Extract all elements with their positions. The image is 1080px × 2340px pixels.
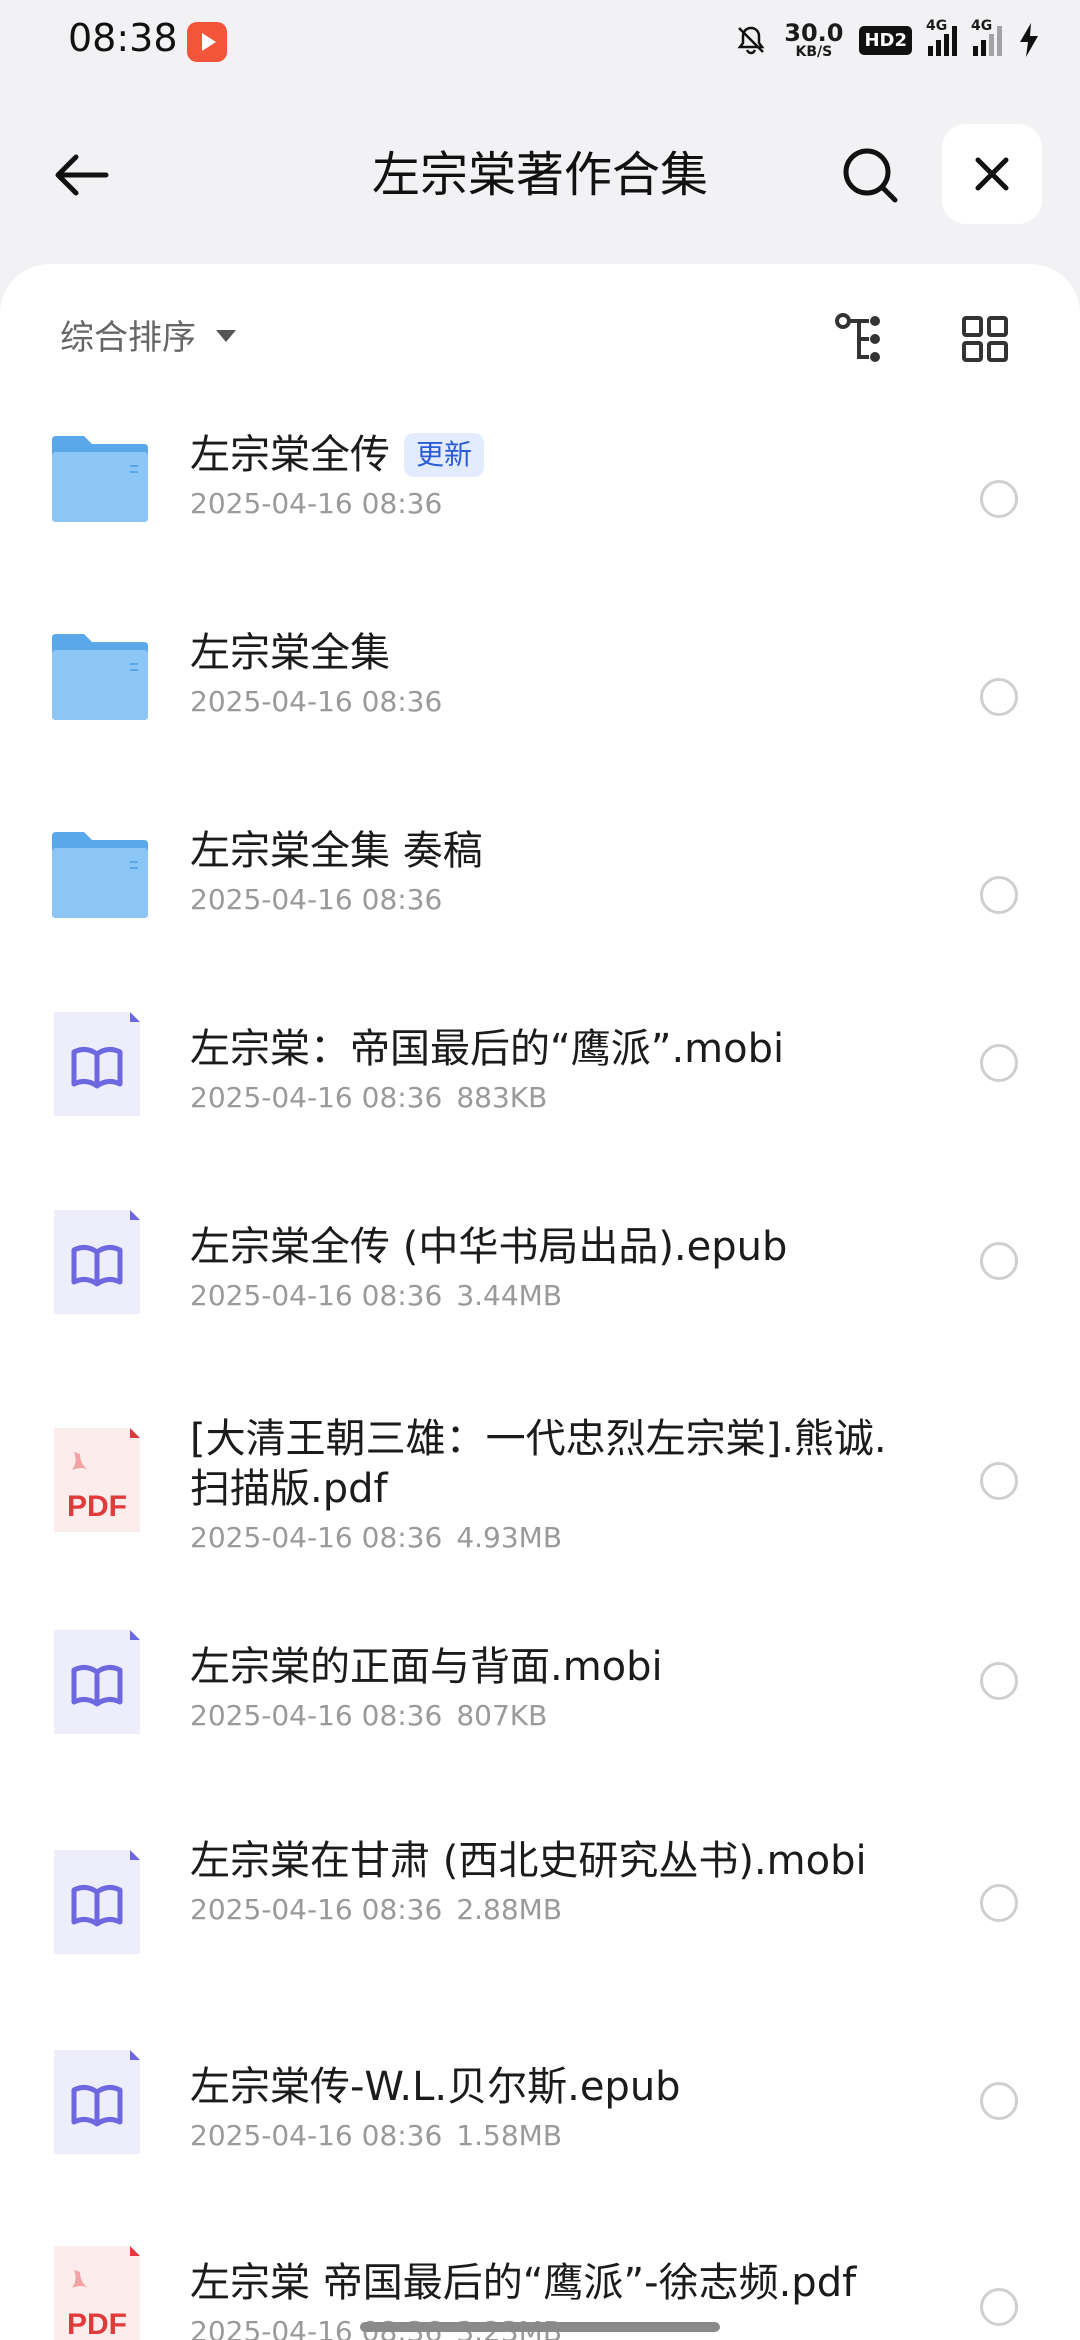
video-app-notification-icon [187,22,227,62]
select-radio[interactable] [980,2082,1018,2120]
file-date: 2025-04-16 08:36 [190,1699,443,1732]
list-item[interactable]: 左宗棠全传 (中华书局出品).epub 2025-04-16 08:36 3.44… [0,1206,1080,1376]
file-size: 883KB [456,1081,548,1114]
file-name: 左宗棠在甘肃 (西北史研究丛书).mobi [190,1838,867,1884]
ebook-icon [54,2050,140,2154]
caret-down-icon [216,330,236,342]
select-radio[interactable] [980,678,1018,716]
file-name: 左宗棠传-W.L.贝尔斯.epub [190,2064,681,2110]
network-speed: 30.0 KB/S [784,21,843,59]
file-date: 2025-04-16 08:36 [190,1279,443,1312]
network-speed-value: 30.0 [784,19,844,47]
sort-dropdown[interactable]: 综合排序 [60,304,236,364]
select-radio[interactable] [980,1462,1018,1500]
pdf-icon-label: PDF [67,1490,127,1523]
sort-label: 综合排序 [60,317,196,358]
select-radio[interactable] [980,1662,1018,1700]
list-item[interactable]: PDF [大清王朝三雄：一代忠烈左宗棠].熊诚.扫描版.pdf 2025-04-… [0,1404,1080,1604]
list-item[interactable]: 左宗棠全集 2025-04-16 08:36 [0,612,1080,782]
hd-voice-icon: HD2 [859,25,912,55]
file-name: 左宗棠全传 (中华书局出品).epub [190,1224,788,1270]
status-time: 08:38 [68,16,178,60]
file-size: 3.44MB [456,1279,563,1312]
signal-label-2: 4G [971,18,993,34]
folder-icon [52,634,148,720]
select-radio[interactable] [980,2288,1018,2326]
list-item[interactable]: 左宗棠全集 奏稿 2025-04-16 08:36 [0,810,1080,980]
list-item[interactable]: 左宗棠在甘肃 (西北史研究丛书).mobi 2025-04-16 08:36 2.… [0,1826,1080,2026]
page-title: 左宗棠著作合集 [371,147,708,203]
ebook-icon [54,1850,140,1954]
pdf-icon-label: PDF [67,2308,127,2340]
grid-icon [962,316,1008,362]
file-size: 1.58MB [456,2119,563,2152]
pdf-icon: PDF [54,1428,140,1532]
file-size: 4.93MB [456,1521,563,1554]
file-date: 2025-04-16 08:36 [190,685,443,718]
charging-icon [1020,23,1038,57]
file-date: 2025-04-16 08:36 [190,1521,443,1554]
file-date: 2025-04-16 08:36 [190,883,443,916]
pdf-icon: PDF [54,2246,140,2340]
tree-view-button[interactable] [830,304,900,374]
select-radio[interactable] [980,480,1018,518]
file-name: 左宗棠全集 [190,630,390,676]
mute-bell-icon [737,26,765,55]
select-radio[interactable] [980,876,1018,914]
file-name: 左宗棠：帝国最后的“鹰派”.mobi [190,1026,785,1072]
update-badge: 更新 [404,433,485,477]
file-size: 2.88MB [456,1893,563,1926]
close-icon [975,157,1009,191]
folder-icon [52,832,148,918]
select-radio[interactable] [980,1884,1018,1922]
list-item[interactable]: 左宗棠传-W.L.贝尔斯.epub 2025-04-16 08:36 1.58MB [0,2046,1080,2216]
file-date: 2025-04-16 08:36 [190,1081,443,1114]
close-button[interactable] [942,124,1042,224]
tree-structure-icon [835,313,880,362]
ebook-icon [54,1630,140,1734]
search-icon [843,148,898,203]
file-date: 2025-04-16 08:36 [190,1893,443,1926]
status-indicators: 30.0 KB/S HD2 4G 4G [734,14,1040,66]
file-size: 807KB [456,1699,548,1732]
file-name: 左宗棠的正面与背面.mobi [190,1644,663,1690]
signal-label: 4G [926,18,948,34]
file-name: [大清王朝三雄：一代忠烈左宗棠].熊诚.扫描版.pdf [190,1416,887,1512]
network-speed-unit: KB/S [795,44,833,60]
list-item[interactable]: 左宗棠全传 更新 2025-04-16 08:36 [0,414,1080,584]
file-name: 左宗棠全传 [190,432,390,478]
signal-strength-icon: 4G [926,18,957,56]
file-name: 左宗棠全集 奏稿 [190,828,483,874]
file-date: 2025-04-16 08:36 [190,487,443,520]
file-list-panel: 综合排序 左宗棠全传 更新 2025-04-16 08:36 左宗棠全集 202… [0,264,1080,2340]
ebook-icon [54,1210,140,1314]
ebook-icon [54,1012,140,1116]
select-radio[interactable] [980,1242,1018,1280]
grid-view-button[interactable] [950,304,1020,374]
select-radio[interactable] [980,1044,1018,1082]
folder-icon [52,436,148,522]
list-item[interactable]: 左宗棠的正面与背面.mobi 2025-04-16 08:36 807KB [0,1626,1080,1796]
list-item[interactable]: 左宗棠：帝国最后的“鹰派”.mobi 2025-04-16 08:36 883KB [0,1008,1080,1178]
home-indicator[interactable] [360,2322,720,2332]
file-name: 左宗棠 帝国最后的“鹰派”-徐志频.pdf [190,2260,857,2306]
search-button[interactable] [835,140,905,210]
signal-strength-icon-2: 4G [971,18,1002,56]
file-date: 2025-04-16 08:36 [190,2119,443,2152]
status-bar: 08:38 30.0 KB/S HD2 4G 4G [0,0,1080,80]
